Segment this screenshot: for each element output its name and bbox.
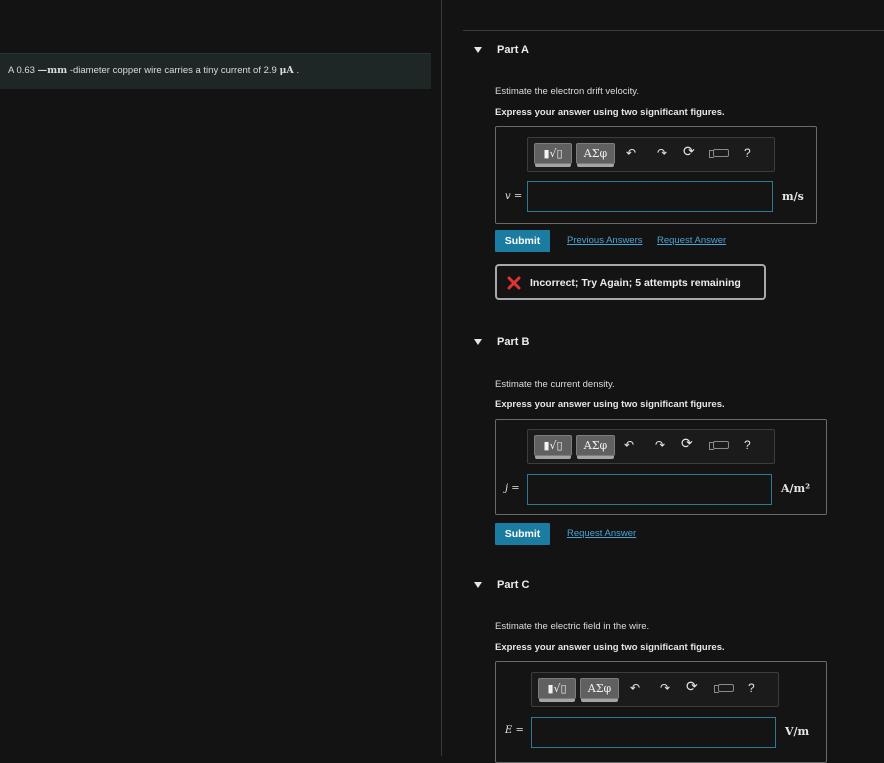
undo-icon[interactable]: ↶ — [626, 146, 636, 160]
part-a-variable-label: v = — [505, 191, 523, 202]
part-c-unit: V/m — [785, 725, 810, 738]
part-a-answer-input[interactable] — [527, 181, 773, 212]
part-a-title[interactable]: Part A — [497, 44, 529, 56]
part-a-submit-button[interactable]: Submit — [495, 230, 550, 252]
part-b-variable-label: j = — [505, 483, 520, 494]
redo-icon[interactable]: ↷ — [655, 438, 665, 452]
part-c-instruction: Express your answer using two significan… — [495, 642, 725, 653]
part-a-request-answer-link[interactable]: Request Answer — [657, 235, 726, 246]
greek-symbols-button[interactable]: ΑΣφ — [580, 678, 619, 702]
part-c-collapse-icon[interactable] — [474, 582, 482, 588]
keyboard-icon[interactable] — [714, 684, 734, 693]
reset-icon[interactable]: ⟳ — [686, 679, 698, 693]
undo-icon[interactable]: ↶ — [624, 438, 634, 452]
part-c-math-toolbar: ▮√▯ ΑΣφ ↶ ↷ ⟳ ? — [531, 672, 779, 707]
problem-suffix: . — [296, 65, 300, 76]
redo-icon[interactable]: ↷ — [657, 146, 667, 160]
part-b-question: Estimate the current density. — [495, 379, 615, 390]
fraction-sqrt-icon: ▮√▯ — [543, 147, 563, 160]
incorrect-x-icon — [507, 276, 521, 290]
unit-mm: —mm — [37, 65, 68, 76]
template-button[interactable]: ▮√▯ — [534, 143, 572, 167]
part-b-answer-input[interactable] — [527, 474, 772, 505]
part-a-math-toolbar: ▮√▯ ΑΣφ ↶ ↷ ⟳ ? — [527, 137, 775, 172]
fraction-sqrt-icon: ▮√▯ — [547, 682, 567, 695]
keyboard-icon[interactable] — [709, 149, 729, 158]
fraction-sqrt-icon: ▮√▯ — [543, 439, 563, 452]
part-b-unit: A/m² — [781, 482, 811, 495]
part-b-instruction: Express your answer using two significan… — [495, 399, 725, 410]
previous-answers-link[interactable]: Previous Answers — [567, 235, 643, 246]
help-icon[interactable]: ? — [748, 681, 755, 695]
problem-statement: A 0.63 —mm -diameter copper wire carries… — [8, 65, 299, 76]
part-b-request-answer-link[interactable]: Request Answer — [567, 528, 636, 539]
part-c-variable-label: E = — [505, 725, 524, 736]
unit-microampere: μA — [279, 65, 294, 76]
reset-icon[interactable]: ⟳ — [681, 436, 693, 450]
part-b-submit-button[interactable]: Submit — [495, 523, 550, 545]
part-b-collapse-icon[interactable] — [474, 339, 482, 345]
greek-symbols-button[interactable]: ΑΣφ — [576, 143, 615, 167]
template-button[interactable]: ▮√▯ — [534, 435, 572, 459]
part-a-collapse-icon[interactable] — [474, 47, 482, 53]
template-button[interactable]: ▮√▯ — [538, 678, 576, 702]
feedback-text: Incorrect; Try Again; 5 attempts remaini… — [530, 277, 741, 289]
redo-icon[interactable]: ↷ — [660, 681, 670, 695]
part-a-unit: m/s — [782, 190, 804, 203]
part-b-title[interactable]: Part B — [497, 336, 529, 348]
part-c-question: Estimate the electric field in the wire. — [495, 621, 650, 632]
undo-icon[interactable]: ↶ — [630, 681, 640, 695]
problem-middle: -diameter copper wire carries a tiny cur… — [69, 65, 277, 76]
part-b-math-toolbar: ▮√▯ ΑΣφ ↶ ↷ ⟳ ? — [527, 429, 775, 464]
greek-symbols-button[interactable]: ΑΣφ — [576, 435, 615, 459]
help-icon[interactable]: ? — [744, 146, 751, 160]
pane-divider[interactable] — [441, 0, 442, 756]
help-icon[interactable]: ? — [744, 438, 751, 452]
part-c-title[interactable]: Part C — [497, 579, 529, 591]
part-a-question: Estimate the electron drift velocity. — [495, 86, 639, 97]
reset-icon[interactable]: ⟳ — [683, 144, 695, 158]
keyboard-icon[interactable] — [709, 441, 729, 450]
problem-prefix: A 0.63 — [8, 65, 35, 76]
part-c-answer-input[interactable] — [531, 717, 776, 748]
top-rule — [463, 30, 884, 31]
problem-pane — [0, 0, 441, 756]
part-a-instruction: Express your answer using two significan… — [495, 107, 725, 118]
